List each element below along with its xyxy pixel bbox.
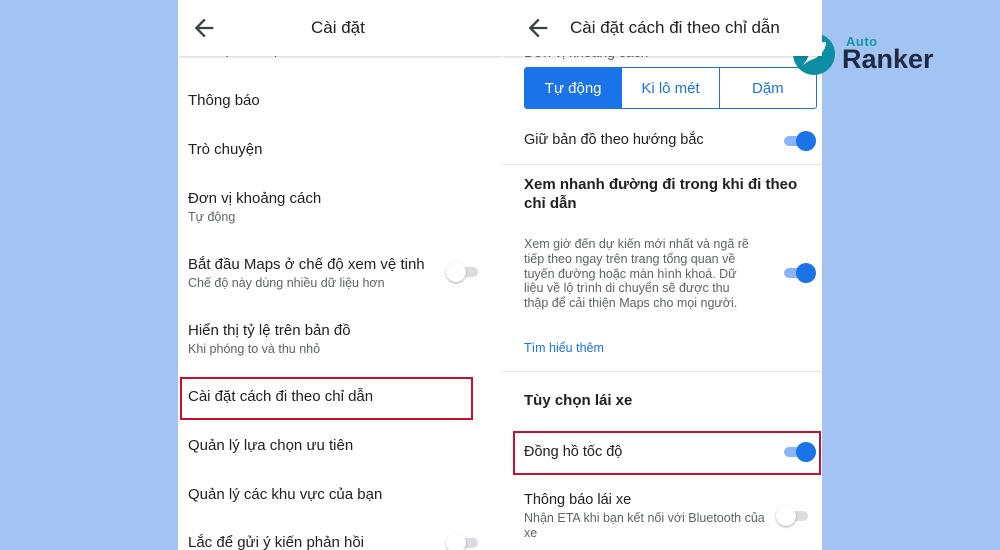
item-label: Quản lý các khu vực của bạn: [188, 486, 383, 503]
shake-feedback-toggle[interactable]: [446, 533, 480, 550]
keep-north-up-item[interactable]: Giữ bản đồ theo hướng bắc: [524, 132, 822, 148]
item-subtitle: Tự động: [188, 210, 236, 224]
page-title: Cài đặt cách đi theo chỉ dẫn: [570, 18, 780, 37]
app-bar: Cài đặt: [178, 0, 502, 56]
app-bar: Cài đặt cách đi theo chỉ dẫn: [502, 0, 822, 56]
glanceable-toggle[interactable]: [782, 263, 816, 283]
logo-text-big: Ranker: [842, 44, 934, 74]
item-label: Thông báo: [188, 92, 260, 109]
glanceable-description: Xem giờ đến dự kiến mới nhất và ngã rẽ t…: [524, 237, 749, 311]
back-arrow-icon[interactable]: [524, 14, 552, 42]
divider: [502, 164, 822, 165]
highlight-box: [513, 431, 821, 475]
highlight-box: [180, 377, 473, 420]
unit-km-button[interactable]: Ki lô mét: [621, 68, 718, 108]
settings-screen: Cài đặt Cài đặt xe điện Thông báo Trò ch…: [178, 0, 502, 550]
divider: [502, 371, 822, 372]
notifications-item[interactable]: Thông báo: [188, 92, 502, 109]
glanceable-title: Xem nhanh đường đi trong khi đi theo chỉ…: [524, 176, 798, 212]
page-title: Cài đặt: [311, 18, 365, 37]
item-label: Giữ bản đồ theo hướng bắc: [524, 132, 704, 148]
item-label: Quản lý lựa chọn ưu tiên: [188, 437, 354, 454]
learn-more-link[interactable]: Tìm hiểu thêm: [524, 341, 604, 355]
item-subtitle: Khi phóng to và thu nhỏ: [188, 342, 321, 356]
item-label: Đơn vị khoảng cách: [188, 190, 322, 207]
item-label: Trò chuyện: [188, 141, 263, 158]
driving-options-heading: Tùy chọn lái xe: [524, 392, 633, 409]
driving-notifications-toggle[interactable]: [776, 506, 810, 526]
chat-item[interactable]: Trò chuyện: [188, 141, 502, 158]
navigation-settings-screen: Cài đặt cách đi theo chỉ dẫn Đơn vị khoả…: [502, 0, 822, 550]
distance-units-selector[interactable]: Tự động Ki lô mét Dặm: [524, 67, 817, 109]
satellite-view-toggle[interactable]: [446, 262, 480, 282]
keep-north-up-toggle[interactable]: [782, 131, 816, 151]
unit-auto-button[interactable]: Tự động: [525, 68, 622, 108]
distance-units-item[interactable]: Đơn vị khoảng cách Tự động: [188, 190, 502, 224]
map-scale-item[interactable]: Hiển thị tỷ lệ trên bản đồ Khi phóng to …: [188, 322, 502, 356]
item-subtitle: Nhận ETA khi bạn kết nối với Bluetooth c…: [524, 511, 765, 540]
back-arrow-icon[interactable]: [190, 14, 218, 42]
manage-preferences-item[interactable]: Quản lý lựa chọn ưu tiên: [188, 437, 502, 454]
item-label: Hiển thị tỷ lệ trên bản đồ: [188, 322, 351, 339]
manage-areas-item[interactable]: Quản lý các khu vực của bạn: [188, 486, 502, 503]
